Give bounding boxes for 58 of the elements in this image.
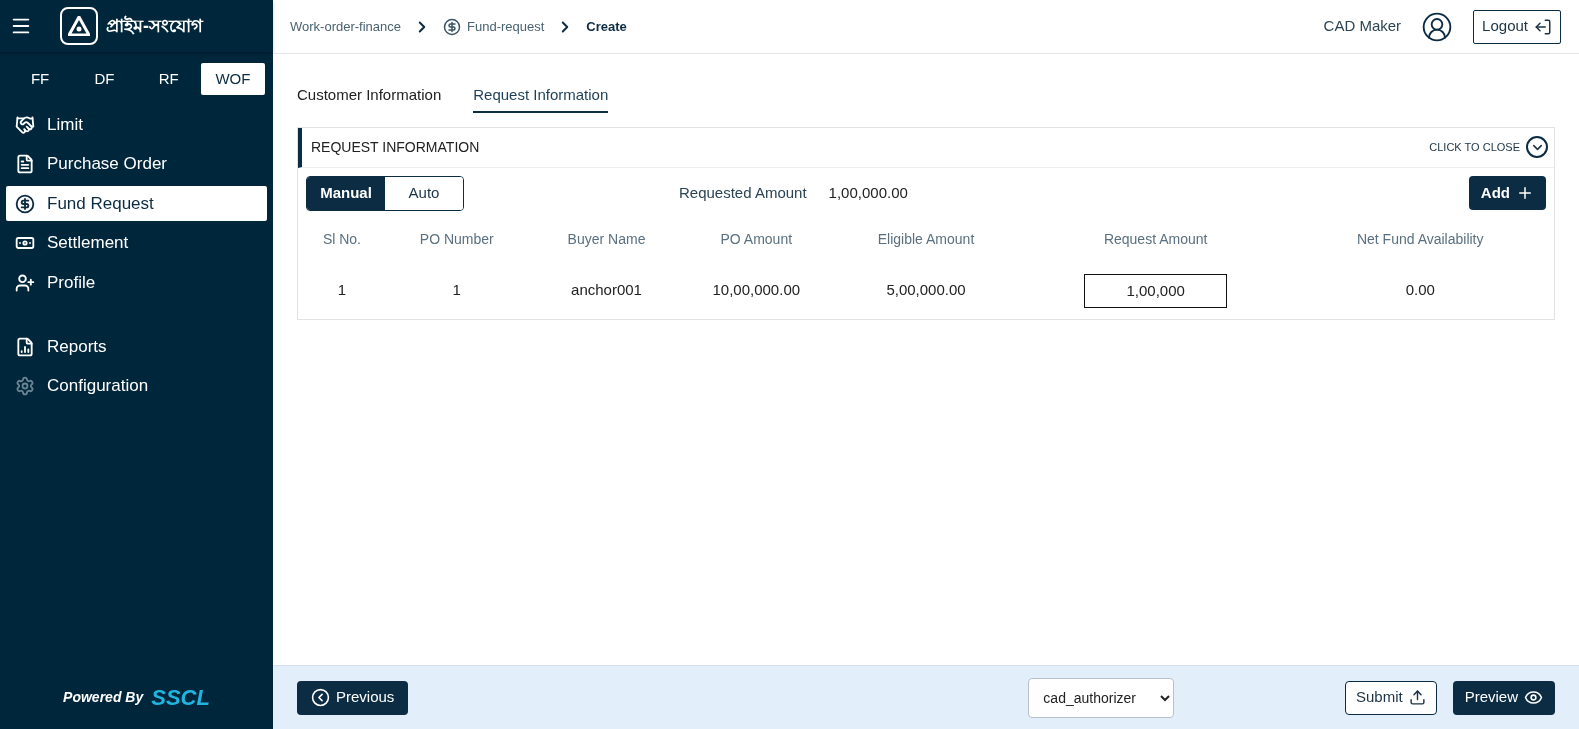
breadcrumb-link[interactable]: Work-order-finance <box>290 16 402 37</box>
sidebar-item[interactable]: Profile <box>6 265 267 300</box>
breadcrumb-link[interactable]: Fund-request <box>467 16 545 37</box>
sidebar-item[interactable]: Configuration <box>6 368 267 404</box>
user-plus-icon <box>15 272 35 293</box>
preview-button[interactable]: Preview <box>1452 680 1555 715</box>
table-cell-text: 1 <box>452 280 461 301</box>
brand-name: প্রাইম-সংযোগ <box>106 14 203 38</box>
upload-icon <box>1408 689 1426 706</box>
user-avatar-icon[interactable] <box>1421 10 1454 43</box>
column-header: Request Amount <box>1102 230 1209 249</box>
logo-icon <box>60 7 98 45</box>
document-icon <box>15 154 35 174</box>
chevron-left-circle-icon <box>311 688 330 707</box>
product-tab[interactable]: FF <box>8 63 73 95</box>
column-header: Eligible Amount <box>876 230 976 249</box>
tab[interactable]: Request Information <box>473 84 609 113</box>
previous-button[interactable]: Previous <box>297 680 409 715</box>
product-tab[interactable]: DF <box>72 63 137 95</box>
authorizer-select[interactable]: cad_authorizer <box>1028 677 1175 718</box>
company-logo: SSCL <box>151 683 210 712</box>
column-header: Buyer Name <box>566 230 647 249</box>
table-cell-text: 5,00,000.00 <box>886 280 966 301</box>
table-cell-text: 1 <box>337 280 347 301</box>
user-name: CAD Maker <box>1323 16 1402 37</box>
product-tab[interactable]: RF <box>136 63 201 95</box>
sidebar-item[interactable]: Reports <box>6 329 267 364</box>
sidebar-item[interactable]: Limit <box>6 107 267 142</box>
logout-icon <box>1534 17 1552 36</box>
request-amount-field[interactable]: 1,00,000 <box>1084 273 1228 308</box>
column-header: PO Amount <box>719 230 794 249</box>
requested-amount-value: 1,00,000.00 <box>828 182 908 203</box>
sidebar-item[interactable]: Settlement <box>6 225 267 261</box>
dollar-circle-icon <box>15 193 35 214</box>
product-tab[interactable]: WOF <box>200 63 265 95</box>
dollar-circle-icon <box>443 17 462 36</box>
tab[interactable]: Customer Information <box>297 84 442 113</box>
mode-option[interactable]: Manual <box>307 176 385 210</box>
gear-icon <box>15 376 35 396</box>
submit-button[interactable]: Submit <box>1344 680 1437 715</box>
sidebar-item[interactable]: Fund Request <box>6 186 267 221</box>
column-header: Net Fund Availability <box>1355 230 1485 249</box>
handshake-icon <box>15 114 35 135</box>
report-icon <box>15 336 35 357</box>
panel-title: REQUEST INFORMATION <box>311 137 480 157</box>
sidebar-item[interactable]: Purchase Order <box>6 146 267 182</box>
eye-icon <box>1524 688 1543 707</box>
close-panel-button[interactable]: CLICK TO CLOSE <box>1429 136 1548 158</box>
column-header: Sl No. <box>321 230 362 249</box>
powered-by-label: Powered By <box>63 687 144 707</box>
add-button[interactable]: Add <box>1468 176 1546 210</box>
table-cell-text: anchor001 <box>571 280 642 301</box>
logout-button[interactable]: Logout <box>1473 9 1561 44</box>
table-cell-text: 0.00 <box>1405 280 1435 301</box>
plus-icon <box>1516 184 1534 202</box>
column-header: PO Number <box>418 230 495 249</box>
table-cell-text: 10,00,000.00 <box>712 280 801 301</box>
requested-amount-label: Requested Amount <box>679 182 807 203</box>
